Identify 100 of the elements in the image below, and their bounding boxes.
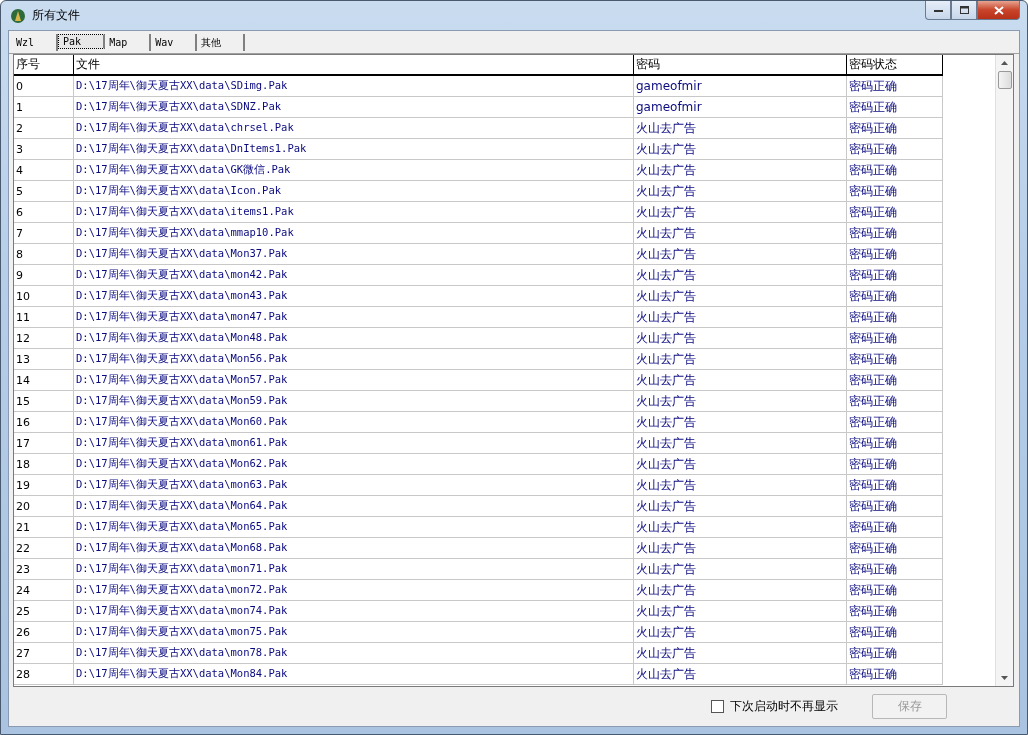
scroll-thumb[interactable] <box>997 71 1012 89</box>
tab[interactable]: Pak <box>58 34 106 49</box>
table-cell: 密码正确 <box>847 643 943 664</box>
table-cell: D:\17周年\御天夏古XX\data\mon74.Pak <box>74 601 634 622</box>
table-cell: 19 <box>14 475 74 496</box>
table-cell: D:\17周年\御天夏古XX\data\Icon.Pak <box>74 181 634 202</box>
window-title: 所有文件 <box>32 7 80 24</box>
table-cell: 火山去广告 <box>634 580 847 601</box>
table-cell: D:\17周年\御天夏古XX\data\Mon68.Pak <box>74 538 634 559</box>
table-cell: 密码正确 <box>847 181 943 202</box>
table-cell: 23 <box>14 559 74 580</box>
table-cell: 6 <box>14 202 74 223</box>
table-cell: 9 <box>14 265 74 286</box>
table-cell: gameofmir <box>634 76 847 97</box>
table-cell: D:\17周年\御天夏古XX\data\SDNZ.Pak <box>74 97 634 118</box>
column-header[interactable]: 密码 <box>634 55 847 76</box>
table-cell: 密码正确 <box>847 517 943 538</box>
table-cell: 密码正确 <box>847 496 943 517</box>
checkbox[interactable] <box>711 700 724 713</box>
table-cell: 火山去广告 <box>634 160 847 181</box>
table-cell: D:\17周年\御天夏古XX\data\items1.Pak <box>74 202 634 223</box>
table-cell: 火山去广告 <box>634 223 847 244</box>
table-cell: D:\17周年\御天夏古XX\data\DnItems1.Pak <box>74 139 634 160</box>
table-cell: 火山去广告 <box>634 286 847 307</box>
table-cell: 24 <box>14 580 74 601</box>
table-cell: 26 <box>14 622 74 643</box>
table-cell: 火山去广告 <box>634 559 847 580</box>
scroll-up-icon[interactable] <box>1001 61 1008 65</box>
table-cell: 12 <box>14 328 74 349</box>
table-cell: D:\17周年\御天夏古XX\data\Mon64.Pak <box>74 496 634 517</box>
table-cell: 密码正确 <box>847 412 943 433</box>
table-cell: 8 <box>14 244 74 265</box>
table-cell: D:\17周年\御天夏古XX\data\SDimg.Pak <box>74 76 634 97</box>
table-cell: 27 <box>14 643 74 664</box>
column-header[interactable]: 文件 <box>74 55 634 76</box>
minimize-button[interactable] <box>925 1 951 20</box>
table-cell: 0 <box>14 76 74 97</box>
scroll-down-icon[interactable] <box>1001 676 1008 680</box>
table-cell: 密码正确 <box>847 454 943 475</box>
table-cell: D:\17周年\御天夏古XX\data\mon63.Pak <box>74 475 634 496</box>
minimize-icon <box>933 8 943 12</box>
table-cell: D:\17周年\御天夏古XX\data\mmap10.Pak <box>74 223 634 244</box>
table-cell: 密码正确 <box>847 202 943 223</box>
maximize-icon <box>959 6 969 14</box>
table-cell: 密码正确 <box>847 76 943 97</box>
table-cell: 火山去广告 <box>634 517 847 538</box>
table-cell: 火山去广告 <box>634 622 847 643</box>
column-header[interactable]: 密码状态 <box>847 55 943 76</box>
table-cell: 20 <box>14 496 74 517</box>
table-cell: 密码正确 <box>847 118 943 139</box>
table-cell: D:\17周年\御天夏古XX\data\Mon60.Pak <box>74 412 634 433</box>
table-cell: 火山去广告 <box>634 475 847 496</box>
table-cell: 10 <box>14 286 74 307</box>
table-cell: 火山去广告 <box>634 202 847 223</box>
column-header[interactable]: 序号 <box>14 55 74 76</box>
table-cell: 火山去广告 <box>634 307 847 328</box>
table-cell: 火山去广告 <box>634 349 847 370</box>
table-cell: 密码正确 <box>847 601 943 622</box>
scrollbar[interactable] <box>995 55 1013 686</box>
maximize-button[interactable] <box>951 1 977 20</box>
close-button[interactable] <box>977 1 1020 20</box>
table-cell: 火山去广告 <box>634 601 847 622</box>
table-cell: 火山去广告 <box>634 664 847 685</box>
table-cell: D:\17周年\御天夏古XX\data\Mon62.Pak <box>74 454 634 475</box>
table-cell: D:\17周年\御天夏古XX\data\mon42.Pak <box>74 265 634 286</box>
table-cell: 7 <box>14 223 74 244</box>
table-cell: D:\17周年\御天夏古XX\data\Mon48.Pak <box>74 328 634 349</box>
table-cell: 火山去广告 <box>634 391 847 412</box>
table-cell: 密码正确 <box>847 139 943 160</box>
table-cell: D:\17周年\御天夏古XX\data\mon71.Pak <box>74 559 634 580</box>
table-cell: 火山去广告 <box>634 412 847 433</box>
table-cell: 密码正确 <box>847 475 943 496</box>
table-cell: 16 <box>14 412 74 433</box>
table-cell: 密码正确 <box>847 286 943 307</box>
table-cell: 3 <box>14 139 74 160</box>
table-cell: 1 <box>14 97 74 118</box>
table-cell: 密码正确 <box>847 391 943 412</box>
table-cell: 18 <box>14 454 74 475</box>
table-cell: 密码正确 <box>847 664 943 685</box>
table-cell: D:\17周年\御天夏古XX\data\Mon37.Pak <box>74 244 634 265</box>
table-cell: 密码正确 <box>847 223 943 244</box>
table-cell: D:\17周年\御天夏古XX\data\GK微信.Pak <box>74 160 634 181</box>
checkbox-label[interactable]: 下次启动时不再显示 <box>730 698 838 715</box>
table-cell: 密码正确 <box>847 307 943 328</box>
table-cell: D:\17周年\御天夏古XX\data\mon72.Pak <box>74 580 634 601</box>
table-cell: D:\17周年\御天夏古XX\data\mon47.Pak <box>74 307 634 328</box>
table-cell: D:\17周年\御天夏古XX\data\mon43.Pak <box>74 286 634 307</box>
table-cell: D:\17周年\御天夏古XX\data\Mon59.Pak <box>74 391 634 412</box>
table-cell: 4 <box>14 160 74 181</box>
table-cell: 火山去广告 <box>634 454 847 475</box>
table-cell: 密码正确 <box>847 433 943 454</box>
table-cell: D:\17周年\御天夏古XX\data\Mon84.Pak <box>74 664 634 685</box>
table-cell: 密码正确 <box>847 559 943 580</box>
app-icon <box>10 7 26 24</box>
table-cell: 密码正确 <box>847 622 943 643</box>
table-cell: 火山去广告 <box>634 328 847 349</box>
table-cell: 火山去广告 <box>634 496 847 517</box>
table-cell: 密码正确 <box>847 580 943 601</box>
table-cell: 火山去广告 <box>634 433 847 454</box>
table-cell: D:\17周年\御天夏古XX\data\Mon57.Pak <box>74 370 634 391</box>
